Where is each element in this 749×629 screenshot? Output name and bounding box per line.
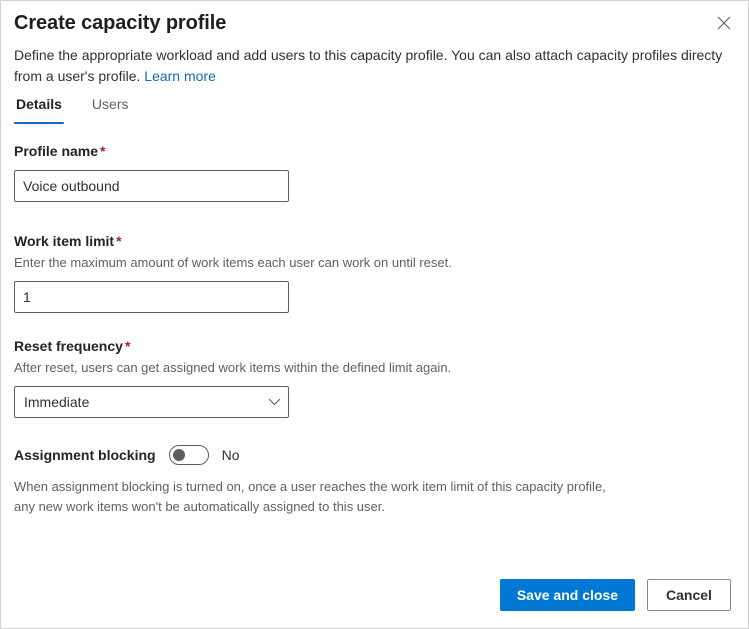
assignment-blocking-description: When assignment blocking is turned on, o… bbox=[14, 479, 606, 514]
reset-frequency-hint: After reset, users can get assigned work… bbox=[14, 360, 452, 375]
work-item-limit-label: Work item limit * bbox=[14, 231, 735, 251]
reset-frequency-label-text: Reset frequency bbox=[14, 338, 123, 354]
field-work-item-limit: Work item limit * Enter the maximum amoun… bbox=[14, 231, 735, 313]
work-item-limit-hint: Enter the maximum amount of work items e… bbox=[14, 255, 452, 270]
reset-frequency-label: Reset frequency * bbox=[14, 336, 735, 356]
assignment-blocking-row: Assignment blocking No bbox=[14, 445, 735, 465]
toggle-knob bbox=[172, 449, 185, 461]
required-marker: * bbox=[100, 143, 106, 159]
field-profile-name: Profile name * bbox=[14, 141, 735, 202]
assignment-blocking-toggle[interactable] bbox=[168, 445, 209, 465]
page-title: Create capacity profile bbox=[14, 12, 227, 34]
save-and-close-button[interactable]: Save and close bbox=[499, 579, 635, 611]
profile-name-label: Profile name * bbox=[14, 141, 735, 161]
work-item-limit-label-text: Work item limit bbox=[14, 233, 115, 249]
reset-frequency-dropdown[interactable]: Immediate bbox=[14, 386, 289, 418]
panel-footer: Save and close Cancel bbox=[1, 562, 748, 628]
reset-frequency-selected-value: Immediate bbox=[24, 394, 90, 410]
chevron-down-icon bbox=[260, 398, 288, 406]
title-row: Create capacity profile bbox=[14, 7, 736, 39]
subtitle-text: Define the appropriate workload and add … bbox=[14, 47, 723, 84]
tab-users[interactable]: Users bbox=[90, 92, 131, 124]
panel-header: Create capacity profile Define the appro… bbox=[1, 1, 748, 87]
form-body: Profile name* Work item limit* Enter the… bbox=[14, 141, 735, 517]
panel-subtitle: Define the appropriate workload and add … bbox=[14, 45, 736, 87]
close-icon bbox=[717, 16, 731, 30]
field-assignment-blocking: Assignment blocking No When assignment b… bbox=[14, 445, 735, 517]
profile-name-label-text: Profile name bbox=[14, 143, 99, 159]
profile-name-input[interactable] bbox=[14, 170, 289, 202]
assignment-blocking-state: No bbox=[221, 447, 240, 463]
create-capacity-profile-panel: Create capacity profile Define the appro… bbox=[0, 0, 749, 629]
tab-details[interactable]: Details bbox=[14, 92, 64, 124]
required-marker: * bbox=[124, 338, 131, 354]
learn-more-link[interactable]: Learn more bbox=[144, 68, 216, 84]
work-item-limit-input[interactable] bbox=[14, 281, 289, 313]
cancel-button[interactable]: Cancel bbox=[647, 579, 731, 611]
required-marker: * bbox=[116, 233, 122, 249]
assignment-blocking-label: Assignment blocking bbox=[14, 447, 156, 463]
field-reset-frequency: Reset frequency * After reset, users can … bbox=[14, 336, 735, 418]
close-button[interactable] bbox=[708, 7, 740, 39]
tab-list: Details Users bbox=[14, 92, 130, 124]
